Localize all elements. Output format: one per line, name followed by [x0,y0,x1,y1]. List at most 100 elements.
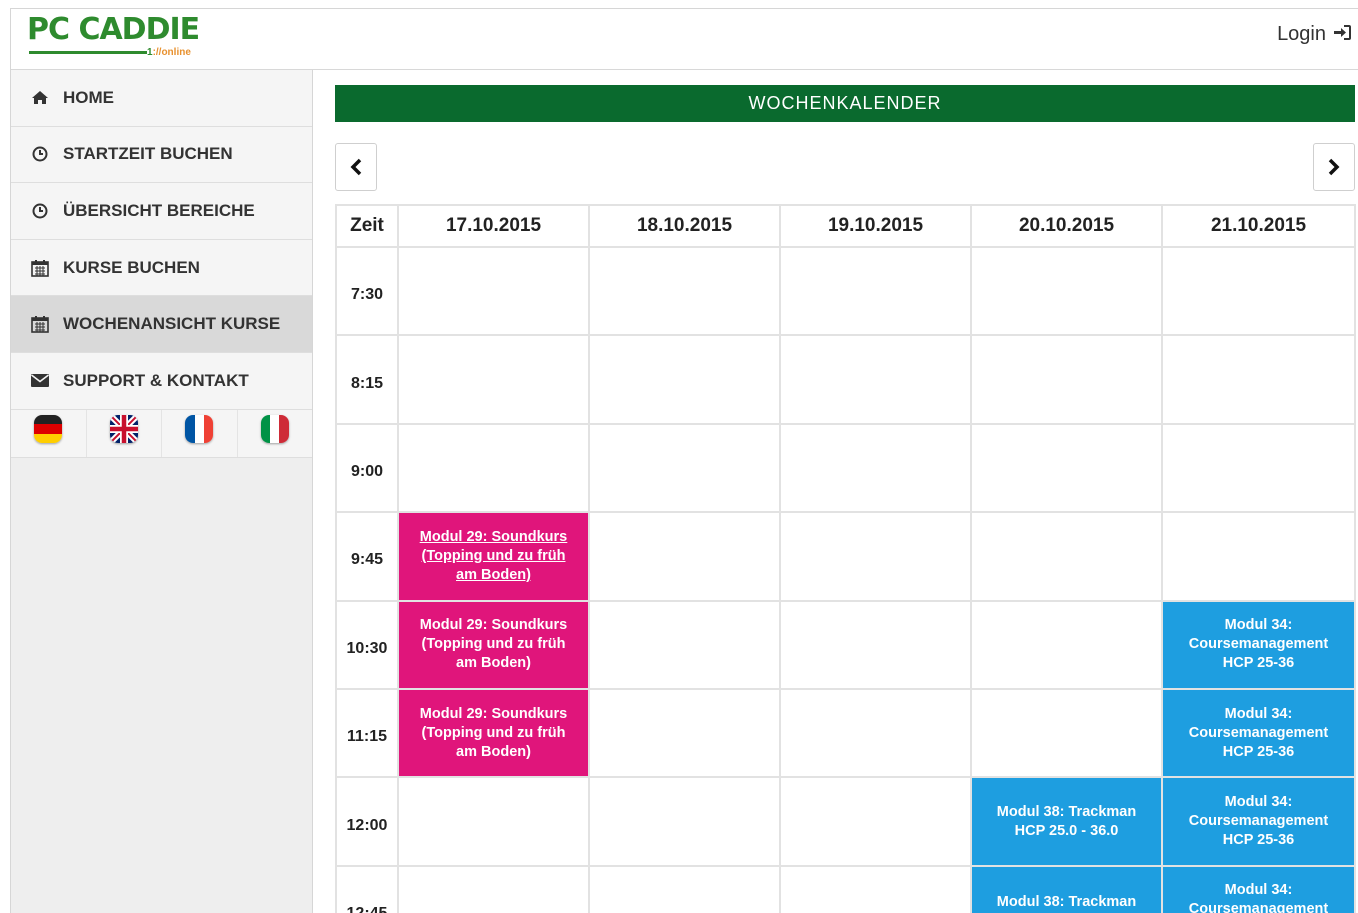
calendar-cell [397,245,590,337]
time-slot-label: 8:15 [335,334,399,425]
calendar-icon [29,259,51,277]
time-row: 10:30 Modul 29: Soundkurs (Topping und zu… [335,599,1356,690]
sidebar-item-kurse-buchen[interactable]: KURSE BUCHEN [11,239,312,297]
calendar-cell [397,334,590,425]
logo-text: PC CADDIE [27,12,200,47]
language-de[interactable] [11,409,87,457]
time-row: 9:00 [335,422,1356,514]
calendar-cell: Modul 34:CoursemanagementHCP 25-36 [1161,864,1356,913]
course-event-coursemanagement[interactable]: Modul 34:CoursemanagementHCP 25-36 [1163,866,1354,913]
week-calendar: Zeit 17.10.2015 18.10.2015 19.10.2015 20… [335,204,1356,913]
calendar-cell [1161,422,1356,514]
calendar-cell: Modul 29: Soundkurs (Topping und zu früh a… [397,599,590,690]
app-frame: PC CADDIE 1://online Login HOME STARTZEI… [10,8,1358,913]
sidebar-item-wochenansicht-kurse[interactable]: WOCHENANSICHT KURSE [11,296,312,353]
sidebar-item-label: HOME [63,87,114,107]
sidebar-item-label: STARTZEIT BUCHEN [63,144,233,164]
day-header: 21.10.2015 [1161,204,1356,248]
calendar-cell [970,687,1163,779]
calendar-cell [779,334,972,425]
calendar-cell [970,599,1163,690]
page-title: WOCHENKALENDER [335,85,1355,122]
calendar-cell [970,511,1163,602]
time-slot-label: 10:30 [335,599,399,690]
next-week-button[interactable] [1313,143,1355,191]
calendar-cell: Modul 34:CoursemanagementHCP 25-36 [1161,776,1356,867]
calendar-cell [779,599,972,690]
time-column-header: Zeit [335,204,399,248]
course-event-soundkurs[interactable]: Modul 29: Soundkurs (Topping und zu früh a… [399,513,588,600]
login-label: Login [1277,23,1326,45]
calendar-cell [970,245,1163,337]
day-header: 19.10.2015 [779,204,972,248]
language-it[interactable] [238,410,313,457]
time-slot-label: 12:00 [335,776,399,867]
sidebar-item-support-kontakt[interactable]: SUPPORT & KONTAKT [11,352,312,410]
calendar-cell [779,511,972,602]
time-slot-label: 9:45 [335,511,399,602]
course-event-coursemanagement[interactable]: Modul 34:CoursemanagementHCP 25-36 [1163,689,1354,777]
calendar-cell: Modul 34:CoursemanagementHCP 25-36 [1161,687,1356,779]
calendar-cell: Modul 29: Soundkurs (Topping und zu früh a… [397,511,590,602]
calendar-cell [588,776,781,867]
calendar-cell: Modul 29: Soundkurs (Topping und zu früh a… [397,687,590,779]
sidebar-item-uebersicht-bereiche[interactable]: ÜBERSICHT BEREICHE [11,183,312,240]
sidebar-item-home[interactable]: HOME [11,70,312,127]
calendar-cell [1161,511,1356,602]
calendar-cell: Modul 38: TrackmanHCP 25.0 - 36.0 [970,776,1163,867]
day-header: 18.10.2015 [588,204,781,248]
login-button[interactable]: Login [1277,23,1351,46]
calendar-cell [970,422,1163,514]
envelope-icon [29,373,51,388]
course-event-trackman[interactable]: Modul 38: TrackmanHCP 25.0 - 36.0 [972,778,1161,865]
previous-week-button[interactable] [335,143,377,191]
chevron-left-icon [349,152,363,183]
calendar-cell [779,422,972,514]
course-event-trackman[interactable]: Modul 38: TrackmanHCP 25.0 - 36.0 [972,866,1161,913]
time-row: 12:45 Modul 38: TrackmanHCP 25.0 - 36.0 … [335,864,1356,913]
language-fr[interactable] [162,409,238,457]
time-row: 11:15 Modul 29: Soundkurs (Topping und zu… [335,687,1356,779]
time-row: 7:30 [335,245,1356,337]
calendar-cell [779,864,972,913]
course-event-soundkurs[interactable]: Modul 29: Soundkurs (Topping und zu früh a… [399,601,588,688]
calendar-icon [29,315,51,333]
sidebar: HOME STARTZEIT BUCHEN ÜBERSICHT BEREICHE… [11,70,313,913]
logo-subtext: 1://online [147,47,191,58]
calendar-cell [1161,245,1356,337]
calendar-cell [588,687,781,779]
course-event-coursemanagement[interactable]: Modul 34:CoursemanagementHCP 25-36 [1163,601,1354,688]
time-slot-label: 7:30 [335,245,399,337]
sidebar-item-label: SUPPORT & KONTAKT [63,370,249,390]
day-header: 20.10.2015 [970,204,1163,248]
calendar-cell: Modul 34:CoursemanagementHCP 25-36 [1161,599,1356,690]
calendar-cell [779,245,972,337]
calendar-cell [397,776,590,867]
pc-caddie-logo[interactable]: PC CADDIE 1://online [27,13,207,65]
sidebar-item-label: KURSE BUCHEN [63,257,200,277]
sidebar-item-startzeit-buchen[interactable]: STARTZEIT BUCHEN [11,126,312,184]
calendar-header-row: Zeit 17.10.2015 18.10.2015 19.10.2015 20… [335,204,1356,248]
calendar-cell [970,334,1163,425]
time-row: 12:00 Modul 38: Trackman HCP 25.0 - 36.0 … [335,776,1356,867]
calendar-cell [397,422,590,514]
time-slot-label: 9:00 [335,422,399,514]
time-slot-label: 12:45 [335,864,399,913]
calendar-cell [397,864,590,913]
header: PC CADDIE 1://online Login [11,9,1358,70]
logo-underline [29,51,147,54]
calendar-cell [588,245,781,337]
home-icon [29,90,51,105]
chevron-right-icon [1327,152,1341,183]
sidebar-item-label: ÜBERSICHT BEREICHE [63,200,255,220]
french-flag-icon [185,415,214,444]
calendar-cell: Modul 38: TrackmanHCP 25.0 - 36.0 [970,864,1163,913]
calendar-cell [779,776,972,867]
calendar-cell [588,334,781,425]
language-en[interactable] [87,409,162,457]
day-header: 17.10.2015 [397,204,590,248]
language-selector [11,409,313,458]
course-event-soundkurs[interactable]: Modul 29: Soundkurs (Topping und zu früh a… [399,689,588,777]
course-event-coursemanagement[interactable]: Modul 34:CoursemanagementHCP 25-36 [1163,778,1354,865]
clock-icon [29,203,51,219]
